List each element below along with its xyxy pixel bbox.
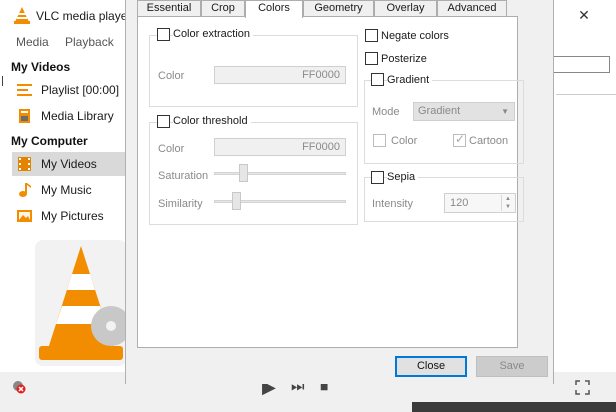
section-my-computer: My Computer	[11, 134, 88, 148]
posterize-label: Posterize	[381, 53, 427, 65]
divider	[2, 76, 7, 86]
saturation-slider[interactable]	[239, 164, 248, 182]
sidebar-item-my-videos[interactable]: My Videos	[12, 152, 127, 176]
playlist-icon	[17, 84, 32, 96]
window-close-button[interactable]: ✕	[572, 4, 596, 26]
gradient-color-label: Color	[391, 135, 418, 147]
section-my-videos: My Videos	[11, 60, 71, 74]
error-icon[interactable]	[12, 380, 26, 394]
save-button[interactable]: Save	[476, 356, 548, 377]
tab-essential[interactable]: Essential	[137, 0, 201, 16]
chevron-down-icon: ▼	[501, 107, 509, 116]
fullscreen-icon[interactable]	[575, 380, 590, 395]
vlc-cone-icon	[14, 7, 30, 24]
sidebar-item-playlist[interactable]: Playlist [00:00]	[12, 78, 127, 102]
sidebar-item-label: My Music	[41, 183, 92, 197]
color-threshold-checkbox[interactable]	[157, 115, 170, 128]
negate-colors-checkbox[interactable]	[365, 29, 378, 42]
gradient-mode-value: Gradient	[418, 105, 461, 117]
color-threshold-color-field[interactable]: FF0000	[214, 138, 346, 156]
tab-geometry[interactable]: Geometry	[303, 0, 374, 16]
right-panel	[588, 54, 616, 372]
sidebar-item-label: Media Library	[41, 109, 114, 123]
sidebar-item-label: My Pictures	[41, 209, 104, 223]
intensity-label: Intensity	[372, 198, 413, 210]
menu-media[interactable]: Media	[16, 35, 49, 49]
mode-label: Mode	[372, 106, 400, 118]
gradient-label: Gradient	[387, 74, 433, 86]
sidebar-item-label: My Videos	[41, 157, 97, 171]
sidebar-item-media-library[interactable]: Media Library	[12, 104, 127, 128]
gradient-group	[364, 80, 524, 164]
tab-advanced[interactable]: Advanced	[437, 0, 507, 16]
similarity-label: Similarity	[158, 198, 203, 210]
intensity-spinbox[interactable]: 120 ▲ ▼	[444, 193, 516, 213]
color-label: Color	[158, 143, 185, 155]
negate-colors-label: Negate colors	[381, 30, 449, 42]
sidebar-item-my-music[interactable]: My Music	[12, 178, 127, 202]
film-icon	[18, 157, 31, 171]
close-button[interactable]: Close	[395, 356, 467, 377]
music-note-icon	[19, 183, 31, 197]
spin-arrows-icon[interactable]: ▲ ▼	[501, 195, 514, 211]
sepia-checkbox[interactable]	[371, 171, 384, 184]
tab-colors[interactable]: Colors	[245, 0, 303, 18]
album-art	[35, 240, 131, 366]
divider	[556, 94, 616, 95]
taskbar	[412, 402, 616, 412]
tab-crop[interactable]: Crop	[201, 0, 245, 16]
similarity-slider[interactable]	[232, 192, 241, 210]
color-extraction-checkbox[interactable]	[157, 28, 170, 41]
tab-overlay[interactable]: Overlay	[374, 0, 437, 16]
sidebar-item-label: Playlist [00:00]	[41, 83, 120, 97]
colors-tab-panel: Color extraction Color FF0000 Color thre…	[137, 16, 524, 348]
cartoon-label: Cartoon	[469, 135, 509, 147]
color-threshold-label: Color threshold	[173, 115, 251, 127]
gradient-color-checkbox[interactable]	[373, 134, 386, 147]
intensity-value: 120	[450, 197, 469, 209]
media-library-icon	[19, 109, 30, 123]
picture-icon	[17, 210, 32, 222]
color-label: Color	[158, 70, 185, 82]
search-input[interactable]	[546, 56, 610, 73]
window-title: VLC media player	[36, 9, 132, 23]
saturation-slider-track	[214, 172, 346, 175]
sidebar-item-my-pictures[interactable]: My Pictures	[12, 204, 127, 228]
color-extraction-label: Color extraction	[173, 28, 254, 40]
cartoon-checkbox[interactable]	[453, 132, 466, 147]
gradient-checkbox[interactable]	[371, 73, 384, 86]
gradient-mode-select[interactable]: Gradient ▼	[413, 102, 515, 121]
vlc-cone-artwork-icon	[39, 246, 131, 360]
color-extraction-color-field[interactable]: FF0000	[214, 66, 346, 84]
posterize-checkbox[interactable]	[365, 52, 378, 65]
saturation-label: Saturation	[158, 170, 209, 182]
sepia-label: Sepia	[387, 171, 419, 183]
menu-playback[interactable]: Playback	[65, 35, 114, 49]
tab-bar: Essential Crop Colors Geometry Overlay A…	[137, 0, 518, 18]
